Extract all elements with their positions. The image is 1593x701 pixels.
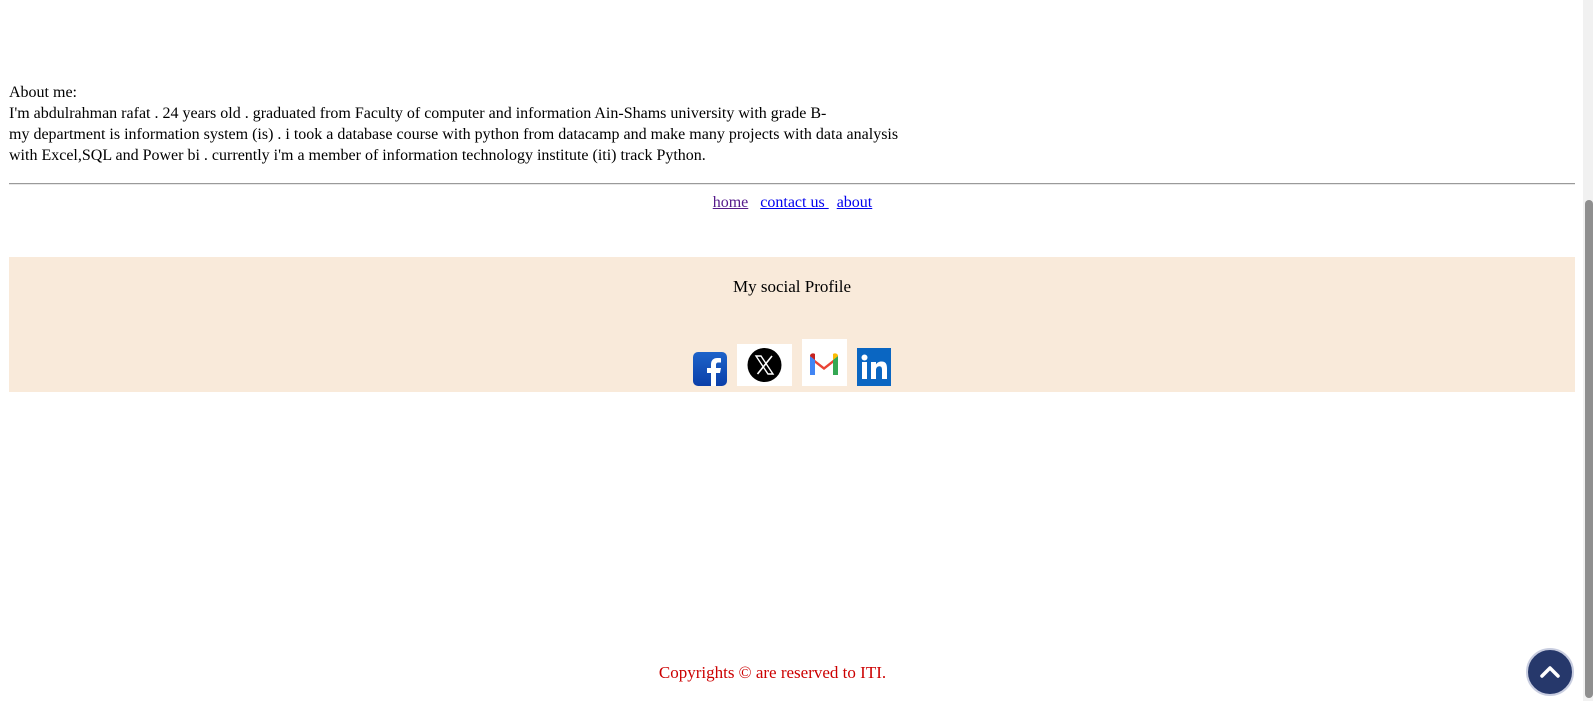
facebook-icon [693, 352, 727, 386]
back-to-top-button[interactable] [1526, 648, 1574, 696]
chevron-up-icon [1540, 666, 1560, 678]
gmail-icon [802, 339, 847, 386]
gmail-link[interactable] [802, 339, 847, 386]
nav-link-about[interactable]: about [837, 194, 873, 211]
nav-links: home contact us about [0, 193, 1585, 213]
about-line-3: with Excel,SQL and Power bi . currently … [9, 147, 706, 164]
vertical-scrollbar[interactable] [1583, 0, 1593, 701]
linkedin-link[interactable] [857, 348, 891, 386]
copyright-notice: Copyrights © are reserved to ITI. [658, 663, 887, 682]
nav-link-home[interactable]: home [713, 194, 749, 211]
x-twitter-link[interactable] [737, 344, 792, 386]
social-icons-row [9, 339, 1575, 386]
social-profile-title: My social Profile [732, 277, 852, 296]
x-twitter-icon [737, 344, 792, 386]
linkedin-icon [857, 348, 891, 386]
about-section: About me: I'm abdulrahman rafat . 24 yea… [9, 82, 1569, 166]
horizontal-divider [9, 183, 1575, 185]
about-heading: About me: [9, 84, 77, 101]
about-line-1: I'm abdulrahman rafat . 24 years old . g… [9, 105, 827, 122]
about-line-2: my department is information system (is)… [9, 126, 899, 143]
social-profile-section: My social Profile [9, 257, 1575, 392]
nav-link-contact-us[interactable]: contact us [760, 194, 828, 211]
facebook-link[interactable] [693, 352, 727, 386]
scrollbar-thumb[interactable] [1585, 200, 1593, 698]
